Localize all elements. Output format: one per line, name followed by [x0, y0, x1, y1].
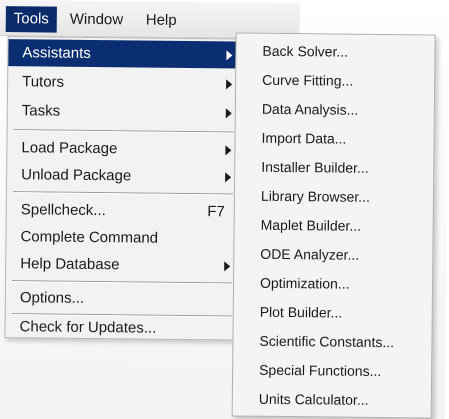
submenu-item-ode-analyzer[interactable]: ODE Analyzer...: [234, 240, 432, 269]
submenu-arrow-icon: [225, 172, 232, 183]
menubar-tools[interactable]: Tools: [5, 6, 57, 33]
submenu-item-maplet-builder[interactable]: Maplet Builder...: [235, 211, 433, 240]
menu-item-label: Assistants: [22, 44, 91, 62]
submenu-item-scientific-constants[interactable]: Scientific Constants...: [233, 327, 431, 356]
assistants-submenu: Back Solver... Curve Fitting... Data Ana…: [231, 32, 436, 419]
submenu-item-library-browser[interactable]: Library Browser...: [235, 182, 433, 211]
menu-item-tasks[interactable]: Tasks: [8, 97, 238, 126]
menu-item-complete-command[interactable]: Complete Command: [6, 223, 236, 252]
shortcut-label: F7: [207, 203, 225, 221]
menu-item-help-database[interactable]: Help Database: [6, 250, 236, 279]
submenu-item-optimization[interactable]: Optimization...: [234, 269, 432, 298]
menu-item-options[interactable]: Options...: [6, 284, 236, 313]
submenu-arrow-icon: [226, 50, 233, 61]
menu-item-label: Tasks: [21, 102, 61, 120]
menu-item-label: Unload Package: [21, 166, 132, 185]
menu-item-label: Complete Command: [20, 228, 159, 247]
menu-item-label: Tutors: [22, 73, 65, 91]
menu-separator: [12, 191, 233, 196]
submenu-item-back-solver[interactable]: Back Solver...: [236, 37, 434, 66]
tools-menu: Assistants Tutors Tasks Load Package Unl…: [4, 36, 240, 342]
submenu-item-installer-builder[interactable]: Installer Builder...: [235, 153, 433, 182]
submenu-item-plot-builder[interactable]: Plot Builder...: [234, 298, 432, 327]
submenu-arrow-icon: [226, 79, 233, 90]
submenu-item-units-calculator[interactable]: Units Calculator...: [233, 385, 431, 414]
submenu-item-special-functions[interactable]: Special Functions...: [233, 356, 431, 385]
menu-item-assistants[interactable]: Assistants: [8, 39, 239, 69]
submenu-item-curve-fitting[interactable]: Curve Fitting...: [236, 66, 434, 95]
menu-item-label: Help Database: [20, 255, 120, 274]
menu-separator: [13, 129, 234, 134]
menu-item-tutors[interactable]: Tutors: [8, 68, 238, 97]
menu-item-label: Check for Updates...: [19, 318, 157, 337]
menu-item-load-package[interactable]: Load Package: [7, 134, 237, 163]
menu-item-label: Spellcheck...: [20, 201, 106, 220]
submenu-item-data-analysis[interactable]: Data Analysis...: [236, 95, 434, 124]
menu-item-label: Options...: [19, 289, 85, 307]
menubar-help[interactable]: Help: [138, 7, 185, 33]
screenshot-stage: Tools Window Help Assistants Tutors Task…: [0, 0, 449, 419]
submenu-item-import-data[interactable]: Import Data...: [235, 124, 433, 153]
menubar-window[interactable]: Window: [62, 7, 132, 34]
menu-item-unload-package[interactable]: Unload Package: [7, 161, 237, 190]
submenu-arrow-icon: [224, 261, 231, 272]
submenu-arrow-icon: [225, 145, 232, 156]
menu-item-check-for-updates[interactable]: Check for Updates...: [5, 313, 235, 342]
menu-item-label: Load Package: [21, 139, 118, 158]
submenu-arrow-icon: [225, 108, 232, 119]
menu-item-spellcheck[interactable]: Spellcheck... F7: [7, 196, 237, 225]
